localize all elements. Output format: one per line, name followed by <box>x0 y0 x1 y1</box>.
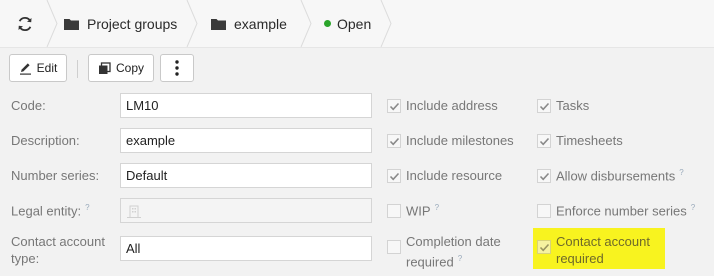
breadcrumb-separator <box>300 0 312 47</box>
contact-account-required-line1: Contact account <box>556 234 650 249</box>
wip-checkbox[interactable] <box>387 204 401 218</box>
code-field[interactable]: LM10 <box>120 93 372 118</box>
breadcrumb: Project groups example Open <box>0 0 714 48</box>
checkmark-icon <box>539 172 550 181</box>
contact-account-required-checkbox[interactable] <box>537 240 551 254</box>
contact-account-type-label-line2: type: <box>11 251 40 266</box>
contact-account-required-label: Contact account required <box>556 233 650 267</box>
checkmark-icon <box>389 172 400 181</box>
timesheets-checkbox[interactable] <box>537 134 551 148</box>
code-value: LM10 <box>126 98 159 113</box>
help-icon[interactable]: ? <box>679 168 683 177</box>
help-icon[interactable]: ? <box>458 254 462 263</box>
folder-icon <box>64 18 79 30</box>
description-field[interactable]: example <box>120 128 372 153</box>
copy-button-label: Copy <box>115 61 144 75</box>
legal-entity-label: Legal entity:? <box>11 203 90 218</box>
edit-button-label: Edit <box>36 61 58 75</box>
include-resource-label: Include resource <box>406 168 503 183</box>
breadcrumb-separator <box>186 0 198 47</box>
status-badge: Open <box>324 0 371 47</box>
enforce-number-series-checkbox[interactable] <box>537 204 551 218</box>
wip-label: WIP? <box>406 203 439 218</box>
copy-button[interactable]: Copy <box>88 54 154 82</box>
more-options-button[interactable] <box>160 54 194 82</box>
checkmark-icon <box>539 102 550 111</box>
edit-button[interactable]: Edit <box>9 54 67 82</box>
contact-account-type-field[interactable]: All <box>120 236 372 261</box>
legal-entity-label-text: Legal entity: <box>11 203 82 219</box>
checkmark-icon <box>389 102 400 111</box>
code-label: Code: <box>11 98 46 113</box>
completion-date-required-checkbox[interactable] <box>387 240 401 254</box>
wip-label-text: WIP <box>406 203 431 219</box>
more-vertical-icon <box>175 60 179 76</box>
allow-disbursements-label-text: Allow disbursements <box>556 168 676 184</box>
toolbar-divider <box>77 60 78 78</box>
timesheets-label: Timesheets <box>556 133 623 148</box>
breadcrumb-item-project-groups[interactable]: Project groups <box>64 0 177 47</box>
tasks-label: Tasks <box>556 98 590 113</box>
completion-date-required-line2: required <box>406 254 454 270</box>
enforce-number-series-label: Enforce number series? <box>556 203 695 218</box>
include-milestones-label: Include milestones <box>406 133 514 148</box>
status-label: Open <box>337 15 372 32</box>
number-series-value: Default <box>126 168 168 183</box>
checkmark-icon <box>389 137 400 146</box>
contact-account-type-label-line1: Contact account <box>11 234 105 249</box>
building-icon <box>127 205 141 218</box>
pencil-icon <box>19 62 31 75</box>
allow-disbursements-checkbox[interactable] <box>537 169 551 183</box>
breadcrumb-separator <box>46 0 58 47</box>
legal-entity-field[interactable] <box>120 198 372 223</box>
help-icon[interactable]: ? <box>691 203 695 212</box>
help-icon[interactable]: ? <box>435 203 439 212</box>
completion-date-required-label: Completion date required? <box>406 233 501 270</box>
contact-account-type-label: Contact account type: <box>11 233 105 267</box>
checkmark-icon <box>539 137 550 146</box>
include-address-checkbox[interactable] <box>387 99 401 113</box>
number-series-label: Number series: <box>11 168 100 183</box>
completion-date-required-line1: Completion date <box>406 234 501 249</box>
enforce-number-series-label-text: Enforce number series <box>556 203 687 219</box>
status-dot-icon <box>324 20 331 27</box>
refresh-icon[interactable] <box>16 15 34 33</box>
description-value: example <box>126 133 176 148</box>
breadcrumb-separator <box>380 0 392 47</box>
include-milestones-checkbox[interactable] <box>387 134 401 148</box>
number-series-field[interactable]: Default <box>120 163 372 188</box>
contact-account-type-value: All <box>126 241 141 256</box>
tasks-checkbox[interactable] <box>537 99 551 113</box>
breadcrumb-item-example[interactable]: example <box>211 0 287 47</box>
folder-icon <box>211 18 226 30</box>
breadcrumb-label: example <box>234 15 287 32</box>
allow-disbursements-label: Allow disbursements? <box>556 168 684 183</box>
toolbar: Edit Copy <box>0 48 714 90</box>
include-address-label: Include address <box>406 98 498 113</box>
contact-account-required-line2: required <box>556 251 604 266</box>
copy-icon <box>98 61 111 74</box>
description-label: Description: <box>11 133 80 148</box>
include-resource-checkbox[interactable] <box>387 169 401 183</box>
breadcrumb-label: Project groups <box>87 15 178 32</box>
checkmark-icon <box>539 243 550 252</box>
help-icon[interactable]: ? <box>85 203 89 212</box>
